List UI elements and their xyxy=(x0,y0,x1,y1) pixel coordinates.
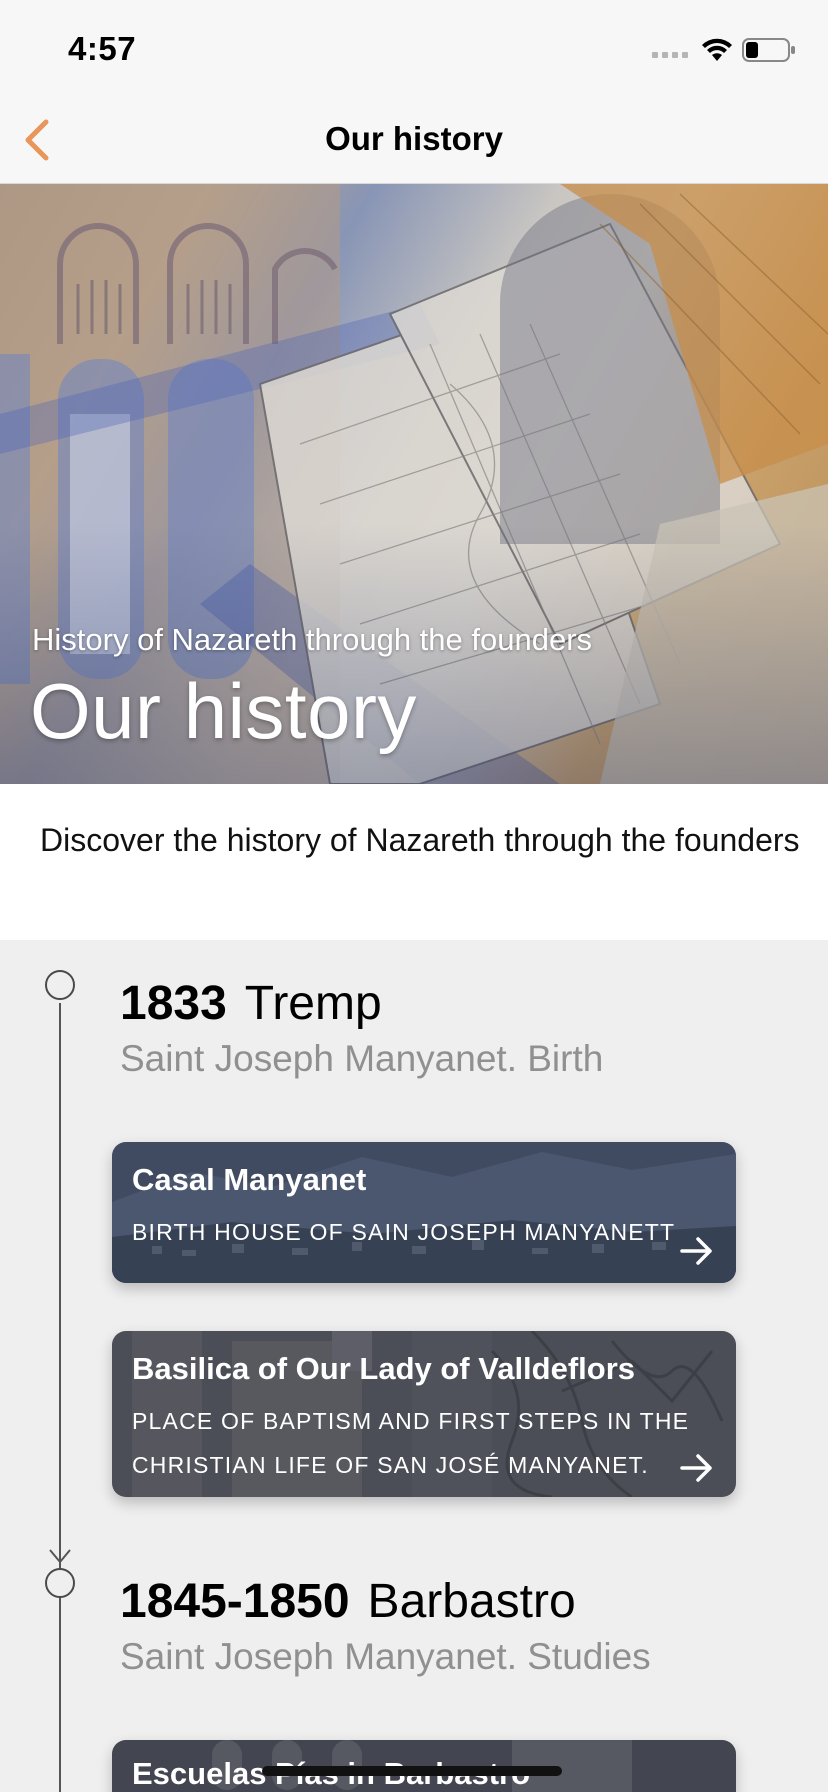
card-description: PLACE OF BAPTISM AND FIRST STEPS IN THE … xyxy=(132,1408,690,1478)
arrow-right-icon xyxy=(680,1237,712,1265)
description-text: Discover the history of Nazareth through… xyxy=(40,822,800,858)
hero-banner: History of Nazareth through the founders… xyxy=(0,184,828,784)
hero-title: Our history xyxy=(30,667,417,755)
era-subtitle: Saint Joseph Manyanet. Studies xyxy=(120,1636,651,1677)
era-subtitle: Saint Joseph Manyanet. Birth xyxy=(120,1038,604,1079)
wifi-icon xyxy=(702,38,732,61)
card-title: Casal Manyanet xyxy=(132,1162,367,1197)
timeline-node-icon xyxy=(45,970,75,1000)
arrow-right-icon xyxy=(680,1454,712,1482)
era-heading: 1833 Tremp xyxy=(120,976,382,1031)
hero-subtitle: History of Nazareth through the founders xyxy=(32,622,593,657)
era-place: Tremp xyxy=(244,977,382,1030)
status-time: 4:57 xyxy=(68,30,137,67)
description-section: Discover the history of Nazareth through… xyxy=(0,784,828,940)
card-title: Basilica of Our Lady of Valldeflors xyxy=(132,1351,636,1386)
cellular-signal-icon xyxy=(652,52,688,58)
era-year: 1845-1850 xyxy=(120,1575,350,1628)
nav-title: Our history xyxy=(325,120,503,157)
status-bar: 4:57 xyxy=(0,0,828,94)
home-indicator[interactable] xyxy=(262,1766,562,1776)
era-heading: 1845-1850 Barbastro xyxy=(120,1574,576,1629)
place-card[interactable]: Basilica of Our Lady of Valldeflors PLAC… xyxy=(112,1331,736,1497)
navigation-bar: Our history xyxy=(0,94,828,184)
timeline-node-icon xyxy=(45,1568,75,1598)
era-place: Barbastro xyxy=(367,1575,576,1628)
battery-icon xyxy=(742,38,795,62)
place-card[interactable]: Casal Manyanet BIRTH HOUSE OF SAIN JOSEP… xyxy=(112,1142,736,1283)
timeline-arrow-icon xyxy=(49,1549,71,1564)
era-year: 1833 xyxy=(120,977,227,1030)
card-description: BIRTH HOUSE OF SAIN JOSEPH MANYANETT xyxy=(132,1219,676,1245)
timeline-line xyxy=(59,1003,61,1792)
